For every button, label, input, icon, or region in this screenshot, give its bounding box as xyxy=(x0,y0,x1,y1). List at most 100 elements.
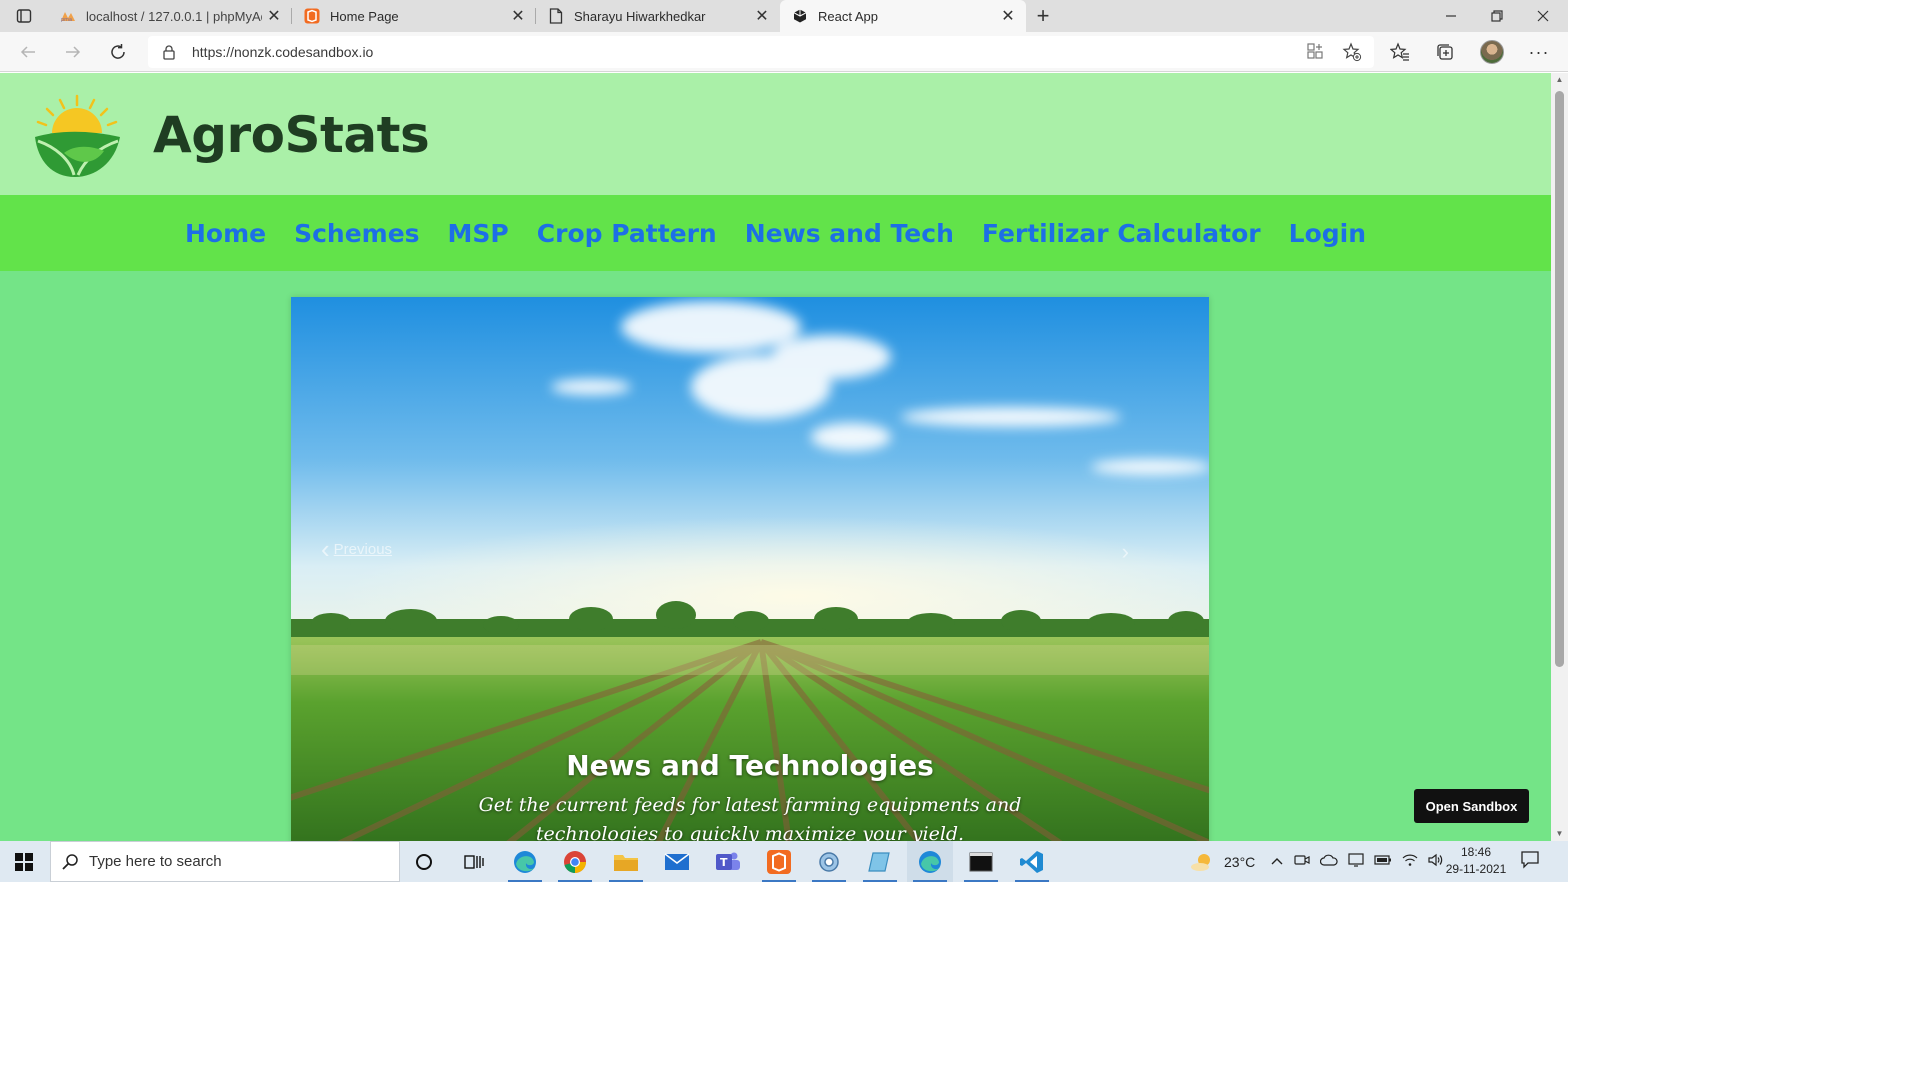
chevron-up-icon[interactable] xyxy=(1270,854,1284,869)
start-button[interactable] xyxy=(0,841,48,882)
scrollbar-thumb[interactable] xyxy=(1555,91,1564,667)
folder-icon xyxy=(614,854,638,871)
address-bar[interactable]: https://nonzk.codesandbox.io xyxy=(148,36,1374,68)
forward-arrow-icon xyxy=(66,46,81,58)
taskbar-chrome[interactable] xyxy=(552,841,598,882)
more-dots-icon: ··· xyxy=(1528,41,1550,62)
close-tab-icon[interactable]: ✕ xyxy=(262,4,286,28)
page-scrollbar[interactable]: ▲ ▼ xyxy=(1551,73,1568,841)
meet-now-icon[interactable] xyxy=(1294,853,1310,870)
collections-button[interactable] xyxy=(1429,36,1461,68)
profile-button[interactable] xyxy=(1476,36,1508,68)
scroll-down-icon[interactable]: ▼ xyxy=(1551,827,1568,841)
taskbar-control-panel[interactable] xyxy=(806,841,852,882)
chevron-right-icon: › xyxy=(1121,539,1129,564)
lock-icon xyxy=(162,44,176,65)
taskbar-clock[interactable]: 18:46 29-11-2021 xyxy=(1440,844,1512,878)
weather-temperature: 23°C xyxy=(1224,853,1256,870)
close-window-button[interactable] xyxy=(1520,0,1566,32)
url-text: https://nonzk.codesandbox.io xyxy=(192,44,374,60)
clock-time: 18:46 xyxy=(1460,845,1492,859)
task-view-button[interactable] xyxy=(451,841,497,882)
nav-link-news-and-tech[interactable]: News and Tech xyxy=(745,219,954,248)
main-nav: Home Schemes MSP Crop Pattern News and T… xyxy=(0,195,1551,271)
tab-home-page[interactable]: Home Page ✕ xyxy=(292,0,536,32)
tab-title: Sharayu Hiwarkhedkar xyxy=(574,8,706,24)
windows-logo-icon xyxy=(15,852,33,871)
wifi-icon[interactable] xyxy=(1402,853,1418,870)
teams-icon: T xyxy=(716,852,740,870)
tab-phpmyadmin[interactable]: pma localhost / 127.0.0.1 | phpMyAdmin ✕ xyxy=(48,0,292,32)
system-tray xyxy=(1270,841,1444,882)
back-button[interactable] xyxy=(12,36,44,68)
codesandbox-orange-icon xyxy=(304,8,320,24)
page-viewport: AgroStats Home Schemes MSP Crop Pattern … xyxy=(0,73,1551,841)
search-icon xyxy=(51,853,89,871)
nav-link-login[interactable]: Login xyxy=(1289,219,1366,248)
refresh-button[interactable] xyxy=(102,36,134,68)
back-arrow-icon xyxy=(20,46,35,58)
taskbar-vscode[interactable] xyxy=(1009,841,1055,882)
display-settings-icon[interactable] xyxy=(1348,853,1364,870)
more-menu-button[interactable]: ··· xyxy=(1523,36,1555,68)
favorites-button[interactable] xyxy=(1384,36,1416,68)
scroll-up-icon[interactable]: ▲ xyxy=(1551,73,1568,87)
nav-link-fertilizer-calculator[interactable]: Fertilizar Calculator xyxy=(982,219,1261,248)
minimize-button[interactable] xyxy=(1428,0,1474,32)
taskbar-terminal[interactable] xyxy=(958,841,1004,882)
tab-sharayu[interactable]: Sharayu Hiwarkhedkar ✕ xyxy=(536,0,780,32)
edge-icon xyxy=(919,850,941,873)
notification-center-button[interactable] xyxy=(1520,849,1540,874)
carousel-next-control[interactable]: › xyxy=(1122,539,1129,565)
chrome-icon xyxy=(564,850,586,873)
cortana-button[interactable] xyxy=(401,841,447,882)
new-tab-button[interactable]: + xyxy=(1030,3,1056,28)
site-header: AgroStats xyxy=(0,73,1551,195)
close-tab-icon[interactable]: ✕ xyxy=(996,4,1020,28)
tab-title: localhost / 127.0.0.1 | phpMyAdmin xyxy=(86,8,262,24)
nav-link-home[interactable]: Home xyxy=(185,219,266,248)
battery-icon[interactable] xyxy=(1374,854,1392,869)
onedrive-icon[interactable] xyxy=(1319,854,1338,869)
browser-tab-strip: pma localhost / 127.0.0.1 | phpMyAdmin ✕… xyxy=(0,0,1568,32)
taskbar-codesandbox[interactable] xyxy=(756,841,802,882)
close-tab-icon[interactable]: ✕ xyxy=(506,4,530,28)
clock-date: 29-11-2021 xyxy=(1445,862,1507,876)
tab-actions-button[interactable] xyxy=(8,4,40,28)
agrostats-logo[interactable] xyxy=(30,93,124,179)
hero-carousel: ‹ Previous › News and Technologies Get t… xyxy=(291,297,1209,841)
brand-title: AgroStats xyxy=(153,106,430,164)
nav-link-msp[interactable]: MSP xyxy=(448,219,509,248)
restore-icon xyxy=(1491,10,1503,22)
avatar xyxy=(1480,40,1504,64)
close-tab-icon[interactable]: ✕ xyxy=(750,4,774,28)
nav-link-schemes[interactable]: Schemes xyxy=(294,219,419,248)
terminal-icon xyxy=(969,852,993,871)
taskbar-notepad[interactable] xyxy=(857,841,903,882)
restore-button[interactable] xyxy=(1474,0,1520,32)
edge-icon xyxy=(514,850,536,873)
control-panel-icon xyxy=(819,851,839,872)
notification-icon xyxy=(1521,851,1539,869)
refresh-icon xyxy=(111,44,125,59)
codesandbox-cube-icon xyxy=(792,8,808,24)
chevron-left-icon: ‹ xyxy=(321,534,330,564)
document-icon xyxy=(548,8,564,24)
forward-button[interactable] xyxy=(57,36,89,68)
add-favorite-star-icon[interactable] xyxy=(1342,42,1362,67)
weather-widget[interactable]: 23°C xyxy=(1190,841,1255,882)
taskbar-teams[interactable]: T xyxy=(705,841,751,882)
app-available-icon[interactable] xyxy=(1306,42,1324,65)
nav-link-crop-pattern[interactable]: Crop Pattern xyxy=(537,219,717,248)
carousel-previous-control[interactable]: ‹ Previous xyxy=(321,534,392,564)
taskbar-edge[interactable] xyxy=(502,841,548,882)
taskbar-edge-active[interactable] xyxy=(907,841,953,882)
tab-actions-icon xyxy=(16,9,32,23)
taskbar-search[interactable]: Type here to search xyxy=(50,841,400,882)
vscode-icon xyxy=(1020,850,1043,873)
carousel-caption-title: News and Technologies xyxy=(566,749,934,782)
tab-react-app[interactable]: React App ✕ xyxy=(780,0,1026,32)
taskbar-file-explorer[interactable] xyxy=(603,841,649,882)
open-sandbox-button[interactable]: Open Sandbox xyxy=(1414,789,1529,823)
taskbar-mail[interactable] xyxy=(654,841,700,882)
